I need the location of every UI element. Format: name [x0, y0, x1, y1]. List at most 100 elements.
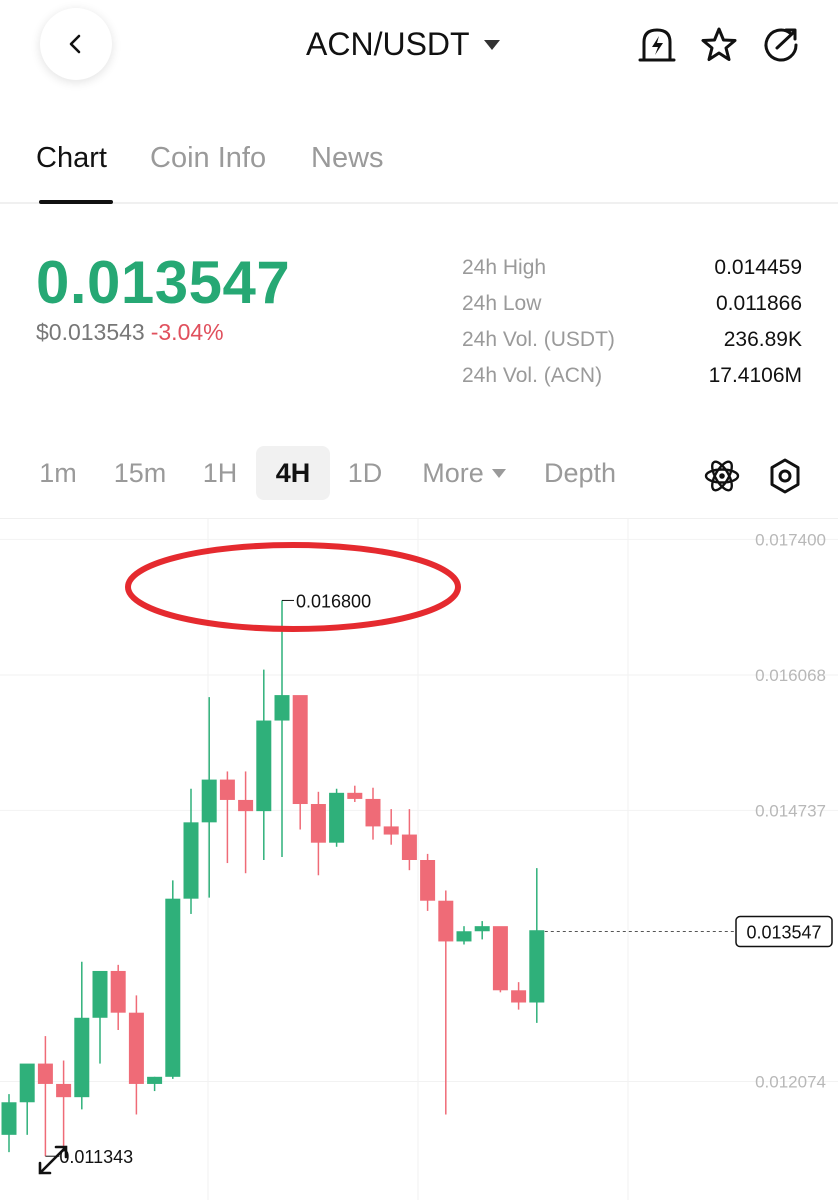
- indicator-atom-icon[interactable]: [702, 456, 742, 496]
- depth-button[interactable]: Depth: [532, 446, 628, 500]
- max-price-label: 0.016800: [296, 591, 371, 611]
- interval-bar: 1m 15m 1H 4H 1D More Depth: [0, 446, 838, 502]
- candle-body: [238, 799, 254, 812]
- current-price-label: 0.013547: [746, 923, 821, 943]
- tab-news[interactable]: News: [311, 142, 384, 175]
- back-chevron-icon: [69, 34, 81, 54]
- stat-label: 24h High: [462, 256, 547, 279]
- interval-more[interactable]: More: [410, 446, 518, 500]
- candle-down: [492, 926, 508, 993]
- candles-layer: [1, 600, 545, 1157]
- chart-grid: [0, 519, 838, 1200]
- candle-body: [219, 779, 235, 800]
- candle-down: [347, 785, 363, 802]
- candle-body: [401, 834, 417, 860]
- candle-down: [383, 809, 399, 845]
- candle-body: [128, 1012, 144, 1084]
- candle-up: [201, 697, 217, 898]
- candle-down: [110, 964, 126, 1030]
- candle-up: [474, 921, 490, 940]
- interval-15m[interactable]: 15m: [104, 446, 176, 500]
- candle-body: [456, 931, 472, 942]
- candle-down: [438, 890, 454, 1115]
- candle-up: [529, 868, 545, 1023]
- chevron-down-icon: [491, 468, 506, 478]
- tab-coin-info[interactable]: Coin Info: [150, 142, 266, 175]
- candle-up: [19, 1063, 35, 1135]
- candle-body: [165, 898, 181, 1077]
- candle-body: [365, 798, 381, 827]
- candle-down: [365, 787, 381, 840]
- share-icon[interactable]: [760, 24, 802, 66]
- candle-up: [165, 880, 181, 1079]
- y-tick-label: 0.017400: [755, 530, 826, 549]
- stat-value: 236.89K: [723, 328, 802, 351]
- candle-up: [147, 1076, 163, 1092]
- candle-down: [128, 995, 144, 1115]
- candle-down: [310, 791, 326, 876]
- interval-1m[interactable]: 1m: [30, 446, 86, 500]
- candle-up: [329, 788, 345, 847]
- candle-down: [219, 771, 235, 864]
- interval-1d[interactable]: 1D: [338, 446, 392, 500]
- candlestick-chart[interactable]: 0.017400 0.016068 0.014737 0.012074 0.01680…: [0, 518, 838, 1200]
- candle-up: [183, 788, 199, 914]
- stat-value: 0.011866: [715, 292, 802, 315]
- y-tick-label: 0.016068: [755, 666, 826, 685]
- interval-4h[interactable]: 4H: [256, 446, 330, 500]
- back-button[interactable]: [40, 8, 112, 80]
- y-axis-ticks: 0.017400 0.016068 0.014737 0.012074: [755, 530, 826, 1091]
- candle-body: [529, 930, 545, 1003]
- star-icon[interactable]: [698, 24, 740, 66]
- candle-body: [1, 1102, 17, 1135]
- candle-body: [511, 990, 527, 1003]
- section-tabs: Chart Coin Info News: [0, 130, 838, 204]
- candle-down: [420, 853, 436, 911]
- active-tab-indicator: [39, 200, 113, 204]
- stat-label: 24h Vol. (USDT): [462, 328, 615, 351]
- candle-body: [74, 1017, 90, 1098]
- stats-panel: 24h High 0.014459 24h Low 0.011866 24h V…: [462, 256, 802, 400]
- candle-up: [74, 961, 90, 1110]
- candle-body: [492, 926, 508, 991]
- candle-body: [438, 900, 454, 942]
- price-alert-icon[interactable]: [636, 24, 678, 66]
- interval-more-label: More: [422, 457, 484, 488]
- last-price: 0.013547: [36, 249, 291, 316]
- candle-down: [292, 695, 308, 830]
- stat-label: 24h Low: [462, 292, 542, 315]
- candle-body: [383, 826, 399, 835]
- candle-up: [1, 1094, 17, 1153]
- y-tick-label: 0.014737: [755, 801, 826, 820]
- annotation-ellipse: [125, 542, 461, 632]
- candle-up: [274, 600, 290, 857]
- candle-body: [56, 1083, 72, 1098]
- stat-value: 0.014459: [714, 256, 802, 279]
- stat-24h-high: 24h High 0.014459: [462, 256, 802, 292]
- candle-up: [256, 669, 272, 860]
- price-usd: $0.013543: [36, 319, 145, 345]
- candle-body: [110, 970, 126, 1013]
- candle-body: [347, 792, 363, 799]
- top-bar: ACN/USDT: [0, 0, 838, 100]
- candle-down: [37, 1036, 53, 1157]
- candle-down: [238, 771, 254, 874]
- settings-hexagon-icon[interactable]: [766, 456, 804, 496]
- tab-chart[interactable]: Chart: [36, 142, 107, 175]
- candle-body: [19, 1063, 35, 1103]
- stat-24h-low: 24h Low 0.011866: [462, 292, 802, 328]
- stat-label: 24h Vol. (ACN): [462, 364, 603, 387]
- candle-down: [401, 809, 417, 871]
- candle-down: [511, 982, 527, 1010]
- price-change: -3.04%: [150, 319, 224, 345]
- candle-body: [329, 792, 345, 843]
- candle-body: [147, 1076, 163, 1084]
- interval-1h[interactable]: 1H: [192, 446, 248, 500]
- candle-up: [456, 926, 472, 945]
- pair-title: ACN/USDT: [306, 26, 470, 62]
- pair-selector[interactable]: ACN/USDT: [306, 26, 500, 63]
- candle-body: [474, 926, 490, 932]
- candle-body: [201, 779, 217, 823]
- chevron-down-icon: [483, 39, 500, 50]
- y-tick-label: 0.012074: [755, 1072, 826, 1091]
